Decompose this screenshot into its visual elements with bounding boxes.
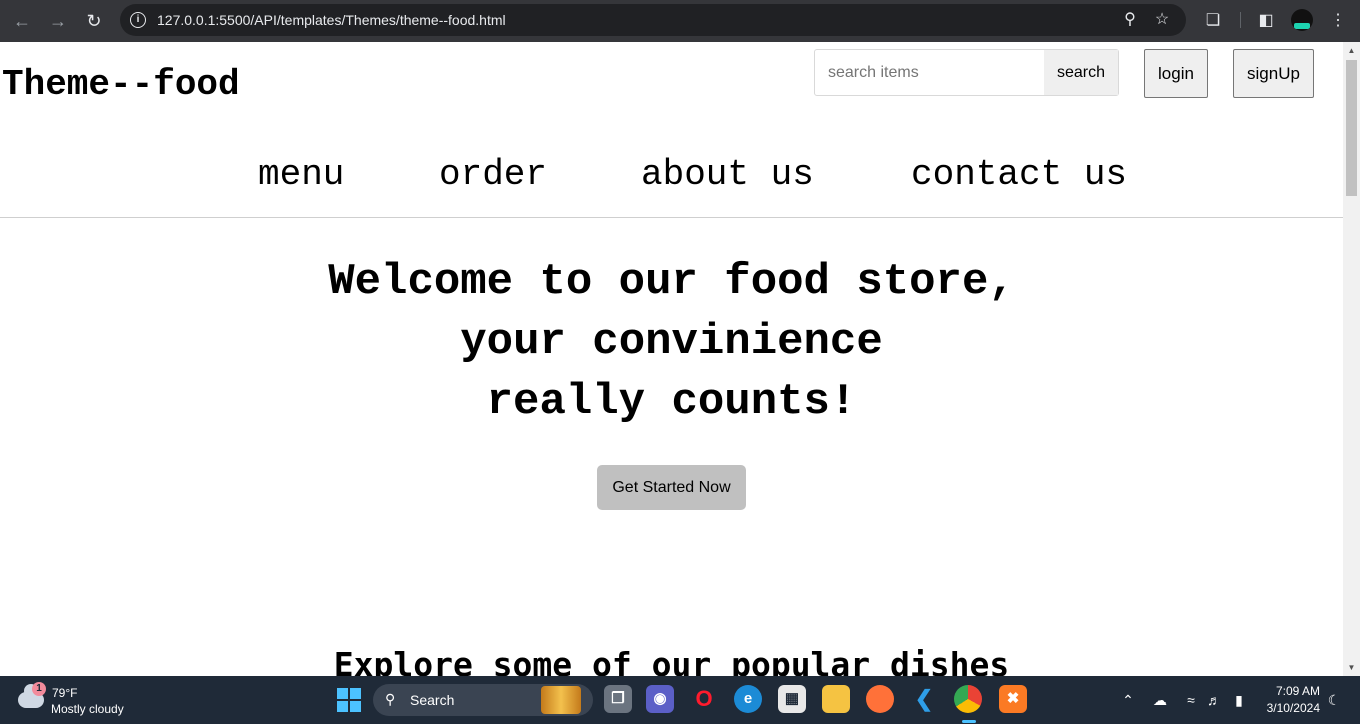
hero-line: really counts!	[486, 377, 857, 427]
popular-dishes-heading: Explore some of our popular dishes	[333, 645, 1010, 676]
taskbar-search[interactable]: ⚲ Search	[373, 684, 593, 716]
url-text[interactable]: 127.0.0.1:5500/API/templates/Themes/them…	[157, 4, 506, 36]
get-started-button[interactable]: Get Started Now	[597, 465, 746, 510]
toolbar-divider	[1240, 12, 1241, 28]
active-app-indicator	[962, 720, 976, 723]
nav-link-menu[interactable]: menu	[258, 154, 344, 195]
puzzle-icon[interactable]: ❏	[1200, 8, 1226, 34]
chrome-icon[interactable]	[954, 685, 982, 713]
signup-button[interactable]: signUp	[1233, 49, 1314, 98]
search-button[interactable]: search	[1044, 50, 1118, 95]
nav-link-contact-us[interactable]: contact us	[911, 154, 1127, 195]
battery-icon[interactable]: ▮	[1230, 690, 1248, 710]
xampp-icon[interactable]: ✖	[999, 685, 1027, 713]
edge-icon[interactable]: e	[734, 685, 762, 713]
scroll-up-icon[interactable]: ▲	[1343, 42, 1360, 59]
nav-divider	[0, 217, 1343, 218]
nav-link-order[interactable]: order	[439, 154, 547, 195]
back-arrow-icon[interactable]: ←	[9, 8, 35, 34]
browser-toolbar: ← → ↻ i 127.0.0.1:5500/API/templates/The…	[0, 0, 1360, 42]
address-bar[interactable]: i 127.0.0.1:5500/API/templates/Themes/th…	[120, 4, 1186, 36]
search-highlight-image	[541, 686, 581, 714]
notification-icon[interactable]: ☾	[1325, 690, 1343, 710]
login-button[interactable]: login	[1144, 49, 1208, 98]
page-viewport: Theme--food search login signUp menu ord…	[0, 42, 1343, 676]
speaker-icon[interactable]: ♬	[1205, 690, 1223, 710]
page-scrollbar[interactable]: ▲ ▼	[1343, 42, 1360, 676]
zoom-icon[interactable]: ⚲	[1120, 10, 1140, 30]
wifi-icon[interactable]: ≈	[1182, 690, 1200, 710]
hero-line: your convinience	[460, 317, 883, 367]
forward-arrow-icon[interactable]: →	[45, 8, 71, 34]
chevron-up-icon[interactable]: ⌃	[1119, 690, 1137, 710]
windows-taskbar: 1 79°F Mostly cloudy ⚲ Search ❐ ◉ O e ▦ …	[0, 676, 1360, 724]
site-title: Theme--food	[2, 64, 240, 105]
scroll-down-icon[interactable]: ▼	[1343, 659, 1360, 676]
file-explorer-icon[interactable]	[822, 685, 850, 713]
store-icon[interactable]: ▦	[778, 685, 806, 713]
windows-start-icon[interactable]	[337, 688, 361, 712]
side-panel-icon[interactable]: ◧	[1253, 8, 1279, 34]
weather-widget[interactable]: 1 79°F Mostly cloudy	[18, 682, 158, 718]
kebab-menu-icon[interactable]: ⋮	[1325, 8, 1351, 34]
firefox-icon[interactable]	[866, 685, 894, 713]
reload-icon[interactable]: ↻	[81, 8, 107, 34]
search-form: search	[814, 49, 1119, 96]
search-icon: ⚲	[385, 691, 396, 707]
weather-desc: Mostly cloudy	[51, 702, 124, 716]
clock-time[interactable]: 7:09 AM	[1262, 684, 1320, 698]
star-icon[interactable]: ☆	[1152, 10, 1172, 30]
opera-icon[interactable]: O	[690, 685, 718, 713]
hero-line: Welcome to our food store,	[328, 257, 1015, 307]
scrollbar-thumb[interactable]	[1346, 60, 1357, 196]
weather-temp: 79°F	[52, 686, 78, 700]
hero-heading: Welcome to our food store, your convinie…	[0, 252, 1343, 432]
weather-badge: 1	[32, 682, 46, 696]
meet-icon[interactable]: ◉	[646, 685, 674, 713]
vscode-icon[interactable]: ❮	[910, 685, 938, 713]
nav-link-about-us[interactable]: about us	[641, 154, 814, 195]
search-input[interactable]	[815, 50, 1044, 95]
clock-date[interactable]: 3/10/2024	[1258, 701, 1320, 715]
profile-avatar[interactable]	[1291, 9, 1313, 31]
onedrive-icon[interactable]: ☁	[1151, 690, 1169, 710]
taskbar-search-label: Search	[410, 692, 455, 708]
task-view-icon[interactable]: ❐	[604, 685, 632, 713]
info-icon[interactable]: i	[130, 12, 146, 28]
